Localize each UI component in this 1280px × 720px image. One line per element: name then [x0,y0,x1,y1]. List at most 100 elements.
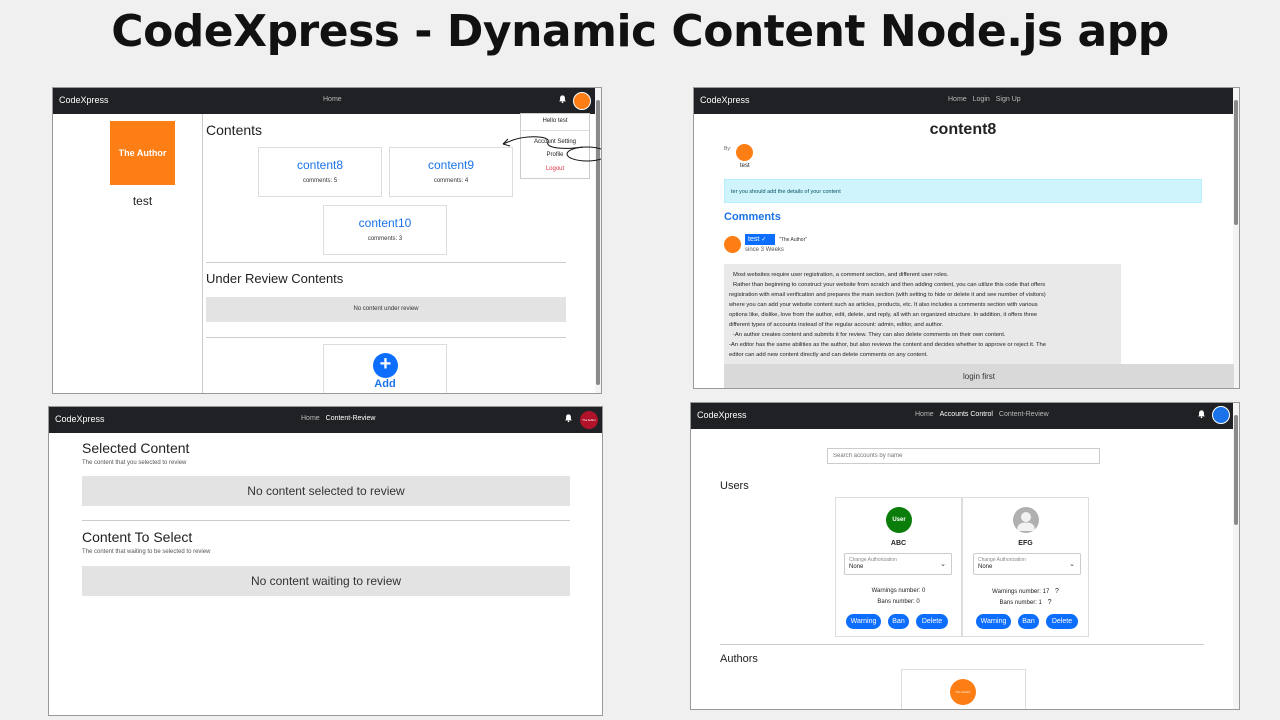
content-title[interactable]: content8 [259,158,381,172]
bell-icon[interactable] [564,413,573,423]
nav-content-review[interactable]: Content-Review [326,415,376,422]
select-label: Change Authorization [978,557,1026,563]
commenter-badge[interactable]: test ✓ [745,234,775,245]
content-title: content8 [929,121,997,138]
comment-line: registration with email verification and… [729,292,1046,298]
by-label: By: [724,146,732,152]
user-avatar: User [886,507,912,533]
brand-logo[interactable]: CodeXpress [697,410,747,420]
nav-content-review[interactable]: Content-Review [999,411,1049,418]
accounts-control-screenshot: CodeXpress Home Accounts Control Content… [690,402,1240,710]
nav-home[interactable]: Home [915,411,934,418]
chevron-down-icon: ⌄ [940,561,946,568]
no-selected-text: No content selected to review [247,484,405,498]
author-card: The Author [901,669,1026,709]
comment-line: Most websites require user registration,… [733,272,949,278]
author-dashboard-screenshot: CodeXpress Home The Author test Contents… [52,87,602,394]
add-icon[interactable]: + [373,353,398,378]
bans-number: Bans number: 0 [877,599,920,605]
brand-logo[interactable]: CodeXpress [59,95,109,105]
content-view-screenshot: CodeXpress Home Login Sign Up content8 B… [693,87,1240,389]
delete-button[interactable]: Delete [916,614,948,629]
comment-line: editor can add new content directly and … [729,352,928,358]
delete-button[interactable]: Delete [1046,614,1078,629]
content-card[interactable]: content8 comments: 5 [258,147,382,197]
warning-button[interactable]: Warning [976,614,1011,629]
add-content-card[interactable]: + Add [323,344,447,393]
nav-links: Home [321,96,344,103]
bell-icon[interactable] [1197,409,1206,419]
user-card: EFG Change Authorization None ⌄ Warnings… [962,497,1089,637]
content-card[interactable]: content10 comments: 3 [323,205,447,255]
chevron-down-icon: ⌄ [1069,561,1075,568]
user-card: User ABC Change Authorization None ⌄ War… [835,497,962,637]
no-waiting-text: No content waiting to review [250,574,402,588]
page-title: CodeXpress - Dynamic Content Node.js app [111,6,1169,57]
comment-line: -An editor has the same abilities as the… [729,342,1046,348]
nav-home[interactable]: Home [948,96,967,103]
login-first-button[interactable]: login first [724,364,1234,388]
content-review-screenshot: CodeXpress Home Content-Review The Edito… [48,406,603,716]
annotation-arrow [502,136,601,162]
nav-home[interactable]: Home [301,415,320,422]
nav-accounts-control[interactable]: Accounts Control [940,411,993,418]
dropdown-greeting: Hello test [542,118,568,124]
comments-count: comments: 4 [433,178,469,184]
comment-line: different types of accounts instead of t… [729,322,944,328]
comment-line: options like, dislike, love from the aut… [729,312,1038,318]
nav-login[interactable]: Login [973,96,990,103]
warnings-number: Warnings number: 0 [871,588,926,594]
user-name: EFG [1018,540,1033,547]
users-heading: Users [720,480,749,492]
search-accounts-input[interactable] [827,448,1100,464]
help-icon[interactable]: ? [1048,599,1052,606]
profile-username: test [132,194,153,208]
select-label: Change Authorization [849,557,897,563]
author-image: The Author [110,121,175,185]
user-name: ABC [890,540,907,547]
nav-links: Home Login Sign Up [946,96,1023,103]
navbar: CodeXpress Home Accounts Control Content… [691,403,1239,429]
nav-home[interactable]: Home [323,96,342,103]
nav-links: Home Content-Review [299,415,377,422]
comment-line: Rather than beginning to construct your … [733,282,1046,288]
change-authorization-select[interactable]: Change Authorization None ⌄ [973,553,1081,575]
nav-links: Home Accounts Control Content-Review [913,411,1051,418]
comment-line: -An author creates content and submits i… [733,332,1006,338]
info-text: ter you should add the details of your c… [731,189,841,195]
bell-icon[interactable] [558,94,567,104]
content-to-select-heading: Content To Select [82,529,193,545]
add-label[interactable]: Add [324,378,446,390]
login-first-label: login first [962,372,995,381]
ban-button[interactable]: Ban [1018,614,1039,629]
help-icon[interactable]: ? [1055,588,1059,595]
authors-heading: Authors [720,653,758,665]
comments-heading: Comments [724,211,781,223]
contents-heading: Contents [206,122,263,138]
author-avatar: The Author [950,679,976,705]
comments-count: comments: 5 [302,178,338,184]
content-to-select-subtitle: The content that waiting to be selected … [82,549,211,555]
avatar-text: The Editor [582,418,596,422]
comment-body: Most websites require user registration,… [724,264,1121,365]
author-name[interactable]: test [740,163,750,169]
ban-button[interactable]: Ban [888,614,909,629]
avatar[interactable]: The Editor [580,411,598,429]
select-value: None [849,564,864,570]
warning-button[interactable]: Warning [846,614,881,629]
info-alert: ter you should add the details of your c… [724,179,1202,203]
avatar[interactable] [573,92,591,110]
author-avatar[interactable] [736,144,753,161]
brand-logo[interactable]: CodeXpress [55,414,105,424]
avatar[interactable] [1212,406,1230,424]
brand-logo[interactable]: CodeXpress [700,95,750,105]
warnings-row: Warnings number: 17 ? [963,588,1088,595]
select-value: None [978,564,993,570]
comment-line: where you can add your website content s… [729,302,1038,308]
navbar: CodeXpress Home Content-Review The Edito… [49,407,602,433]
no-review-text: No content under review [353,306,419,312]
change-authorization-select[interactable]: Change Authorization None ⌄ [844,553,952,575]
commenter-avatar[interactable] [724,236,741,253]
content-title[interactable]: content10 [324,216,446,230]
nav-signup[interactable]: Sign Up [996,96,1021,103]
